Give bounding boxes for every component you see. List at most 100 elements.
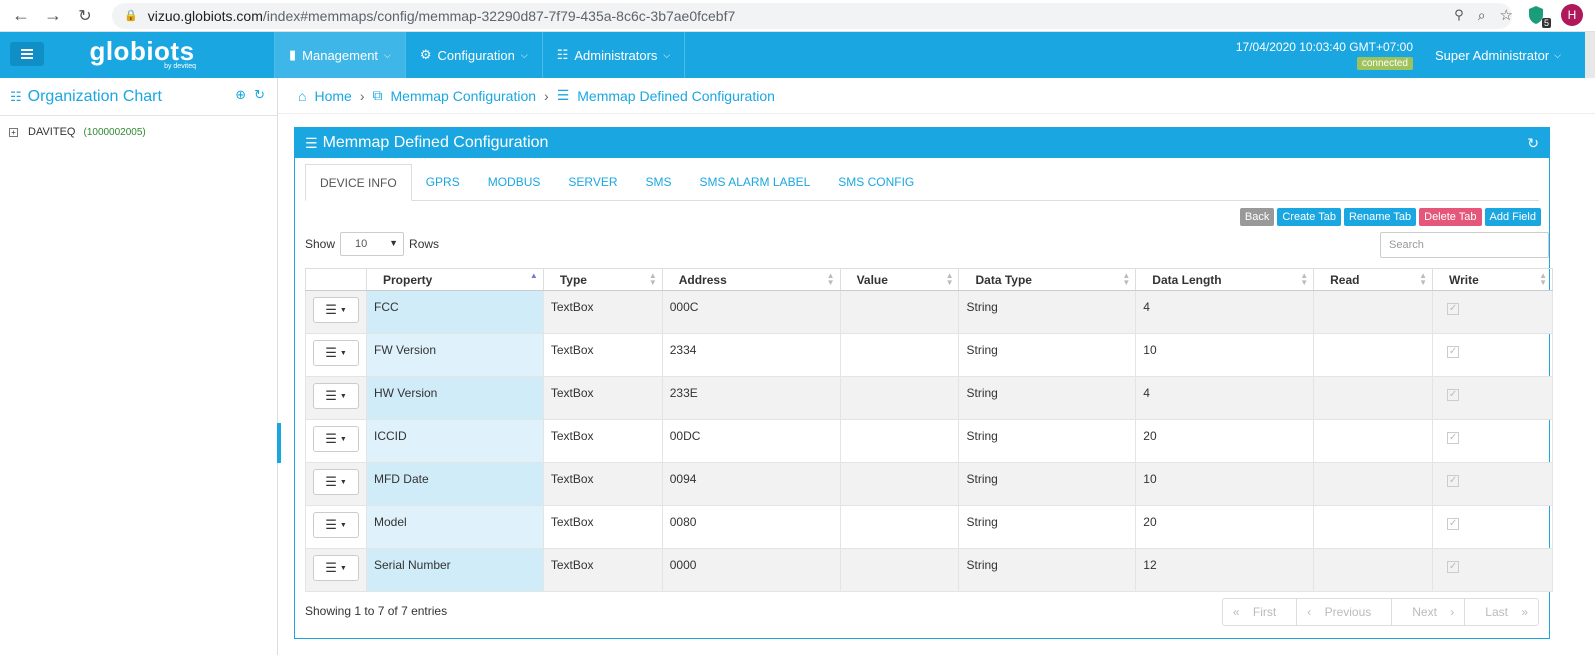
cell-write: ✓ [1432,333,1553,377]
nav-configuration[interactable]: ⚙ Configuration ⌵ [404,32,542,78]
tab-sms-alarm-label[interactable]: SMS ALARM LABEL [686,164,825,200]
caret-down-icon: ▼ [389,238,399,248]
key-icon[interactable]: ⚲ [1454,7,1464,23]
menu-toggle-button[interactable] [10,42,44,66]
add-field-button[interactable]: Add Field [1484,208,1541,226]
write-checkbox[interactable]: ✓ [1447,475,1460,487]
user-menu[interactable]: Super Administrator ⌵ [1435,32,1561,63]
tab-device-info[interactable]: DEVICE INFO [305,164,412,201]
caret-down-icon: ▼ [339,564,347,572]
last-page-button[interactable]: Last » [1465,599,1538,625]
list-icon: ☰ [325,431,337,446]
rows-select[interactable]: 10 ▼ [340,232,405,256]
nav-configuration-label: Configuration [437,47,515,63]
nav-management-label: Management [302,47,379,63]
delete-tab-button[interactable]: Delete Tab [1419,208,1482,226]
first-page-button[interactable]: « First [1223,599,1298,625]
cell-data-type: String [958,419,1137,463]
row-actions-cell: ☰ ▼ [305,333,367,377]
write-checkbox[interactable]: ✓ [1447,389,1460,401]
rows-label: Rows [409,237,440,251]
sitemap-icon: ☷ [556,47,569,62]
page-scrollbar[interactable] [1585,32,1595,78]
zoom-icon[interactable]: ⌕ [1478,7,1486,24]
expand-icon[interactable]: + [9,127,18,137]
star-icon[interactable]: ☆ [1500,6,1513,24]
tree-item[interactable]: + DAVITEQ (1000002005) [0,116,277,138]
column-data-length[interactable]: Data Length ▲ ▼ [1135,268,1315,291]
back-button[interactable]: Back [1239,208,1275,226]
last-page-label: Last [1485,605,1508,619]
content-area: ⌂ Home › ⧉ Memmap Configuration › ☰ Memm… [278,78,1595,655]
tab-server[interactable]: SERVER [554,164,631,200]
globiots-logo[interactable]: globiots by deviteq [44,32,240,78]
tab-modbus[interactable]: MODBUS [474,164,555,200]
extension-shield-icon[interactable]: 5 [1527,5,1551,28]
reload-icon[interactable]: ↻ [74,5,96,27]
write-checkbox[interactable]: ✓ [1447,518,1460,530]
refresh-icon[interactable]: ↻ [1527,135,1539,152]
profile-avatar[interactable]: H [1561,4,1583,26]
row-menu-button[interactable]: ☰ ▼ [313,426,359,452]
tab-sms[interactable]: SMS [632,164,686,200]
row-menu-button[interactable]: ☰ ▼ [313,555,359,581]
cell-data-length: 20 [1135,419,1315,463]
battery-icon: ▮ [289,47,297,62]
breadcrumb-memmap-config[interactable]: Memmap Configuration [391,88,537,104]
search-input[interactable]: Search [1380,232,1549,258]
address-bar[interactable]: 🔒 vizuo.globiots.com/index#memmaps/confi… [112,2,1512,29]
nav-management[interactable]: ▮ Management ⌵ [274,32,405,78]
column-write[interactable]: Write ▲ ▼ [1432,268,1553,291]
caret-down-icon: ▼ [339,349,347,357]
tab-gprs[interactable]: GPRS [412,164,474,200]
sort-icon: ▲ ▼ [1539,271,1547,287]
chevron-down-icon: ⌵ [384,49,391,60]
cell-data-length: 12 [1135,548,1315,592]
breadcrumb-home[interactable]: Home [314,88,351,104]
write-checkbox[interactable]: ✓ [1447,303,1460,315]
cell-address: 00DC [661,419,841,463]
cell-address: 0094 [661,462,841,506]
cell-address: 0080 [661,505,841,549]
caret-down-icon: ▼ [339,521,347,529]
previous-page-label: Previous [1324,605,1372,619]
write-checkbox[interactable]: ✓ [1447,432,1460,444]
column-address[interactable]: Address ▲ ▼ [661,268,841,291]
cell-write: ✓ [1432,462,1553,506]
cell-value [839,333,960,377]
row-menu-button[interactable]: ☰ ▼ [313,297,359,323]
tab-sms-config[interactable]: SMS CONFIG [824,164,928,200]
table-row: ☰ ▼ HW Version TextBox 233E String 4 ✓ [305,376,1553,420]
browser-toolbar: ← → ↻ 🔒 vizuo.globiots.com/index#memmaps… [0,0,1595,32]
memmap-icon: ⧉ [372,87,383,103]
row-menu-button[interactable]: ☰ ▼ [313,383,359,409]
nav-administrators[interactable]: ☷ Administrators ⌵ [541,32,686,78]
list-icon: ☰ [325,345,337,360]
cell-read [1313,548,1434,592]
forward-arrow-icon[interactable]: → [42,5,64,27]
write-checkbox[interactable]: ✓ [1447,346,1460,358]
create-tab-button[interactable]: Create Tab [1277,208,1341,226]
next-page-button[interactable]: Next › [1392,599,1466,625]
row-menu-button[interactable]: ☰ ▼ [313,340,359,366]
previous-page-button[interactable]: ‹ Previous [1297,599,1393,625]
column-value[interactable]: Value ▲ ▼ [839,268,960,291]
refresh-icon[interactable]: ↻ [254,87,265,103]
table-row: ☰ ▼ FCC TextBox 000C String 4 ✓ [305,290,1553,334]
row-menu-button[interactable]: ☰ ▼ [313,469,359,495]
main-nav: ▮ Management ⌵ ⚙ Configuration ⌵ ☷ Admin… [274,32,686,78]
column-label: Property [382,272,433,287]
cell-read [1313,419,1434,463]
column-type[interactable]: Type ▲ ▼ [542,268,663,291]
column-data-type[interactable]: Data Type ▲ ▼ [958,268,1137,291]
back-arrow-icon[interactable]: ← [10,5,32,27]
column-property[interactable]: Property ▲ [365,268,544,291]
rename-tab-button[interactable]: Rename Tab [1343,208,1417,226]
cell-read [1313,462,1434,506]
chevron-down-icon: ⌵ [1554,50,1561,60]
column-read[interactable]: Read ▲ ▼ [1313,268,1434,291]
show-label: Show [305,237,336,251]
write-checkbox[interactable]: ✓ [1447,561,1460,573]
zoom-in-icon[interactable]: ⊕ [235,87,246,103]
row-menu-button[interactable]: ☰ ▼ [313,512,359,538]
